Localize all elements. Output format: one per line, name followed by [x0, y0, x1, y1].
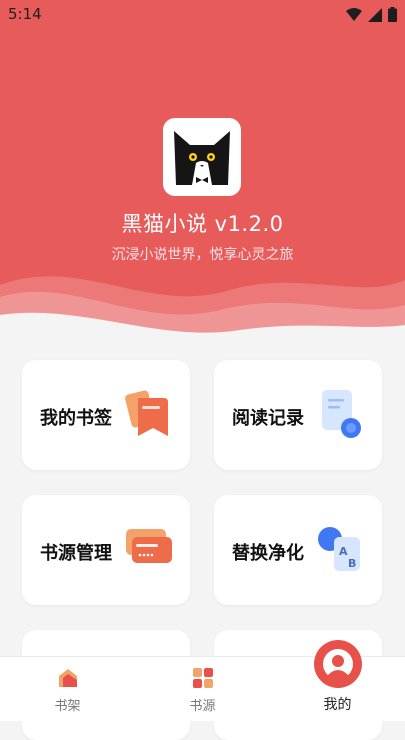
nav-tab-profile[interactable]: 我的	[270, 640, 405, 721]
menu-card-label: 阅读记录	[232, 408, 304, 429]
menu-card-source-management[interactable]: 书源管理	[22, 495, 190, 605]
replace-purify-icon: A B	[318, 527, 360, 571]
bookmark-icon	[125, 390, 168, 436]
source-management-icon	[126, 529, 172, 563]
wifi-icon	[346, 7, 362, 21]
bottom-navigation: 书架 书源 我的	[0, 640, 405, 721]
app-slogan: 沉浸小说世界，悦享心灵之旅	[111, 247, 294, 263]
menu-card-label: 书源管理	[40, 543, 112, 564]
nav-tab-label: 我的	[323, 697, 352, 713]
svg-text:B: B	[348, 557, 356, 570]
book-source-icon	[193, 668, 213, 688]
bookshelf-icon	[59, 669, 77, 687]
nav-tab-book-source[interactable]: 书源	[135, 657, 270, 721]
reading-history-icon	[322, 390, 361, 438]
nav-tab-label: 书源	[189, 699, 216, 714]
cell-signal-icon	[368, 7, 382, 22]
nav-tab-bookshelf[interactable]: 书架	[0, 657, 135, 721]
menu-card-replace-purify[interactable]: 替换净化 A B	[214, 495, 382, 605]
nav-tab-label: 书架	[54, 699, 81, 714]
battery-icon	[388, 7, 397, 22]
app-logo	[163, 118, 241, 196]
status-time: 5:14	[8, 5, 42, 23]
profile-header: 5:14 黑猫小说 v1.2.0 沉浸小说世界，悦享心灵之旅	[0, 0, 405, 345]
svg-text:A: A	[339, 545, 348, 558]
app-name: 黑猫小说 v1.2.0	[121, 212, 284, 236]
status-bar: 5:14	[0, 0, 405, 30]
menu-card-reading-history[interactable]: 阅读记录	[214, 360, 382, 470]
menu-card-label: 我的书签	[40, 408, 112, 429]
black-cat-logo-icon	[174, 131, 230, 185]
menu-card-bookmarks[interactable]: 我的书签	[22, 360, 190, 470]
menu-card-label: 替换净化	[232, 543, 304, 564]
profile-icon	[314, 640, 362, 688]
status-icons	[346, 7, 397, 22]
